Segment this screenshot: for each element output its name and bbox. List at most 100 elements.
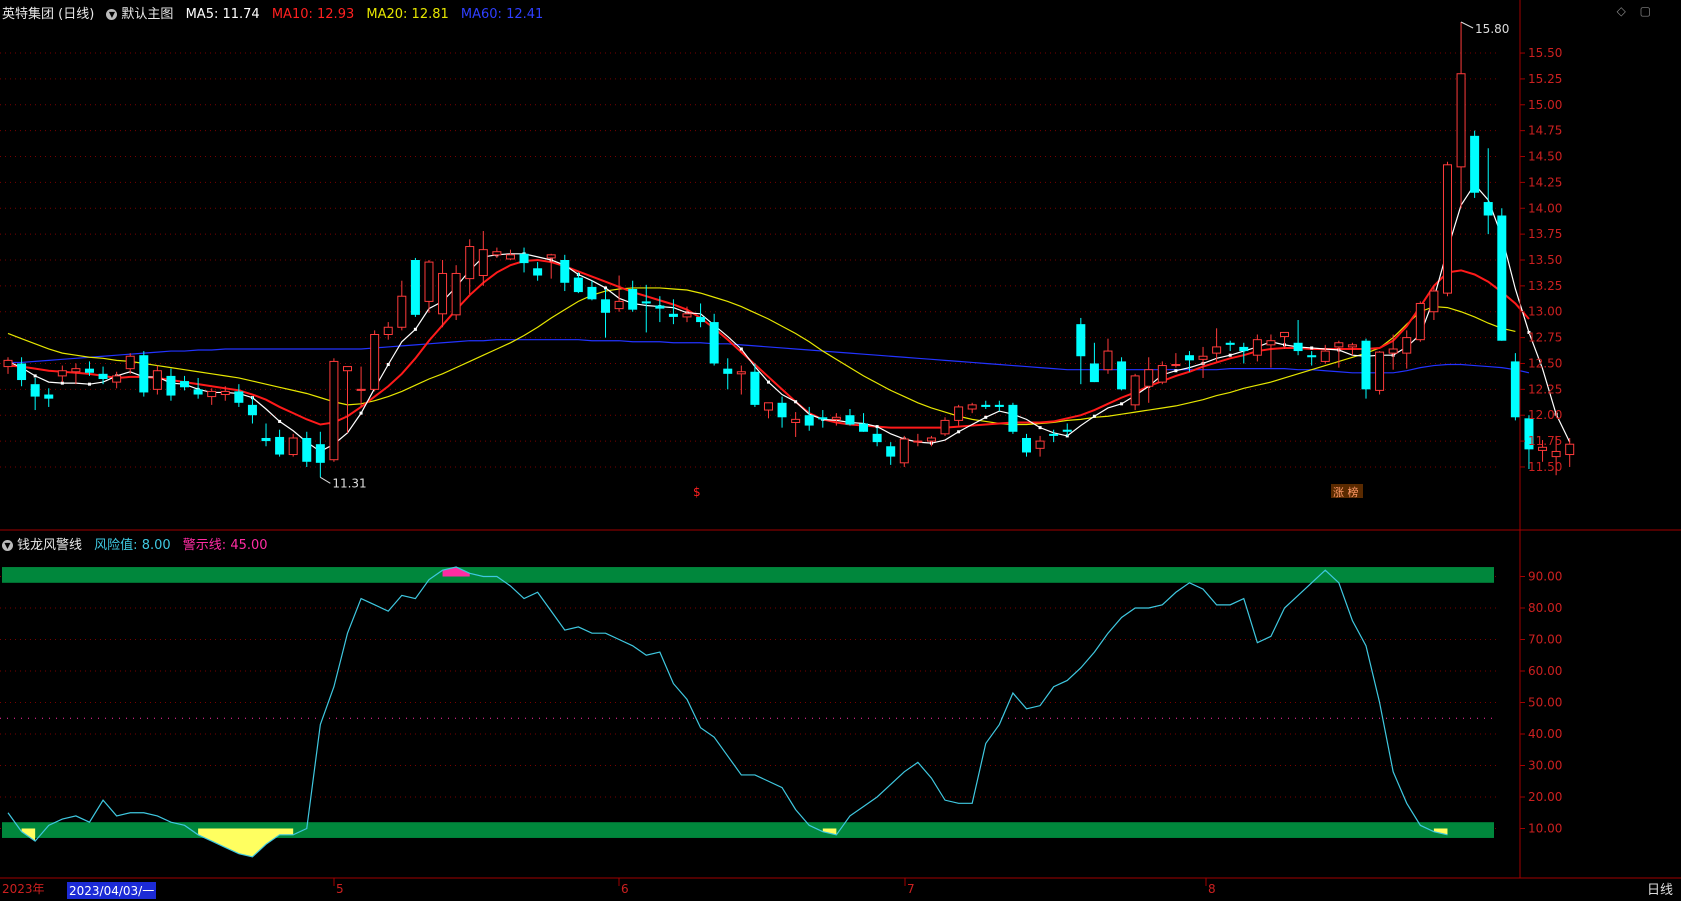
- low-pointer: [320, 476, 331, 484]
- candle-body-up: [1212, 346, 1222, 354]
- candle: [1442, 161, 1452, 297]
- ma5-point: [1174, 369, 1178, 373]
- candle-body-up: [71, 368, 81, 373]
- candle-body-up: [899, 438, 909, 464]
- period-selector[interactable]: 日线: [1647, 879, 1673, 898]
- candle-body-up: [57, 370, 67, 377]
- candle-body-up: [614, 300, 624, 310]
- risk-line: [7, 566, 1448, 858]
- price-tick-label: 14.75: [1528, 124, 1562, 138]
- date-cursor-label: 2023/04/03/一: [67, 882, 157, 899]
- ma5-value: 11.74: [222, 7, 260, 22]
- candle-body-down: [777, 402, 787, 418]
- candle: [736, 365, 746, 395]
- candle: [967, 402, 977, 414]
- indicator-plot: [0, 566, 1496, 858]
- candle-body-up: [1334, 342, 1344, 348]
- dropdown-icon[interactable]: ▼: [106, 9, 118, 20]
- candle: [451, 265, 461, 321]
- candle-body-up: [288, 437, 298, 456]
- candle-body-down: [1470, 135, 1480, 193]
- stock-title[interactable]: 英特集团 (日线): [2, 7, 94, 22]
- candle-body-down: [180, 381, 190, 388]
- candle-body-up: [1415, 302, 1425, 341]
- candle: [709, 313, 719, 366]
- candle: [1117, 357, 1127, 391]
- candle: [288, 433, 298, 457]
- candle-body-up: [505, 254, 515, 260]
- indicator-tick-label: 90.00: [1528, 570, 1562, 584]
- candle: [1293, 320, 1303, 356]
- candle-body-down: [234, 391, 244, 403]
- candle-body-down: [1361, 340, 1371, 390]
- template-selector[interactable]: 默认主图: [121, 7, 173, 22]
- candle: [44, 388, 54, 407]
- time-tick-label: 2023年: [2, 882, 45, 896]
- candle-body-up: [1198, 355, 1208, 360]
- candle-body-down: [519, 253, 529, 264]
- candle-body-down: [818, 417, 828, 420]
- candle-body-up: [1035, 440, 1045, 449]
- candle-body-up: [926, 437, 936, 442]
- candle: [818, 410, 828, 428]
- indicator-tick-label: 20.00: [1528, 790, 1562, 804]
- candle: [777, 396, 787, 428]
- candle-body-down: [709, 322, 719, 364]
- diamond-icon[interactable]: ◇: [1617, 4, 1626, 18]
- price-tick-label: 13.50: [1528, 253, 1562, 267]
- candle-body-up: [438, 272, 448, 315]
- candle-body-down: [641, 301, 651, 304]
- candle-body-down: [668, 313, 678, 317]
- candle: [791, 412, 801, 437]
- candle: [1402, 330, 1412, 369]
- candle: [465, 239, 475, 295]
- candle-body-down: [1062, 429, 1072, 432]
- dropdown-icon[interactable]: ▼: [2, 540, 13, 551]
- candle: [1565, 437, 1575, 467]
- indicator-name[interactable]: 钱龙风警线: [17, 538, 82, 553]
- candle-body-up: [329, 360, 339, 461]
- candlestick-series: [3, 22, 1575, 478]
- candle-body-up: [1266, 340, 1276, 346]
- candle: [98, 366, 108, 385]
- candle: [424, 260, 434, 313]
- candle-body-down: [886, 446, 896, 457]
- candle: [356, 366, 366, 407]
- stock-chart[interactable]: 15.80 11.31 $ 涨 榜 11.50 11.75 12.00 12.25 12.50…: [0, 0, 1681, 901]
- candle: [30, 377, 40, 411]
- candle-body-down: [723, 368, 733, 374]
- candle: [125, 353, 135, 374]
- candle: [1266, 334, 1276, 368]
- candle-body-down: [247, 404, 257, 416]
- candle-body-down: [994, 404, 1004, 407]
- candle-body-down: [804, 415, 814, 426]
- candle: [1171, 353, 1181, 368]
- candle: [1470, 130, 1480, 198]
- candle-body-up: [465, 246, 475, 280]
- moving-average-lines: [6, 182, 1571, 453]
- candle: [478, 231, 488, 286]
- candle: [1497, 208, 1507, 341]
- candle: [1239, 342, 1249, 364]
- ma60-label: MA60:: [460, 7, 502, 22]
- candle: [370, 330, 380, 392]
- ma5-point: [766, 380, 770, 384]
- candle: [899, 435, 909, 467]
- time-tick-label: 6: [621, 882, 629, 896]
- candle-body-up: [1130, 375, 1140, 406]
- candle-body-down: [1483, 202, 1493, 216]
- candle: [1415, 301, 1425, 342]
- ma5-point: [794, 400, 798, 404]
- candle-body-up: [370, 334, 380, 390]
- candle-body-down: [315, 444, 325, 463]
- candle: [872, 427, 882, 447]
- window-icon[interactable]: ▢: [1640, 4, 1651, 18]
- price-tick-label: 13.25: [1528, 279, 1562, 293]
- price-tick-label: 15.00: [1528, 98, 1562, 112]
- candle-body-up: [1388, 348, 1398, 354]
- candle-body-down: [655, 305, 665, 309]
- candle-body-down: [1293, 342, 1303, 352]
- indicator-tick-label: 30.00: [1528, 759, 1562, 773]
- candle-body-down: [1089, 363, 1099, 383]
- candle-body-up: [1402, 337, 1412, 354]
